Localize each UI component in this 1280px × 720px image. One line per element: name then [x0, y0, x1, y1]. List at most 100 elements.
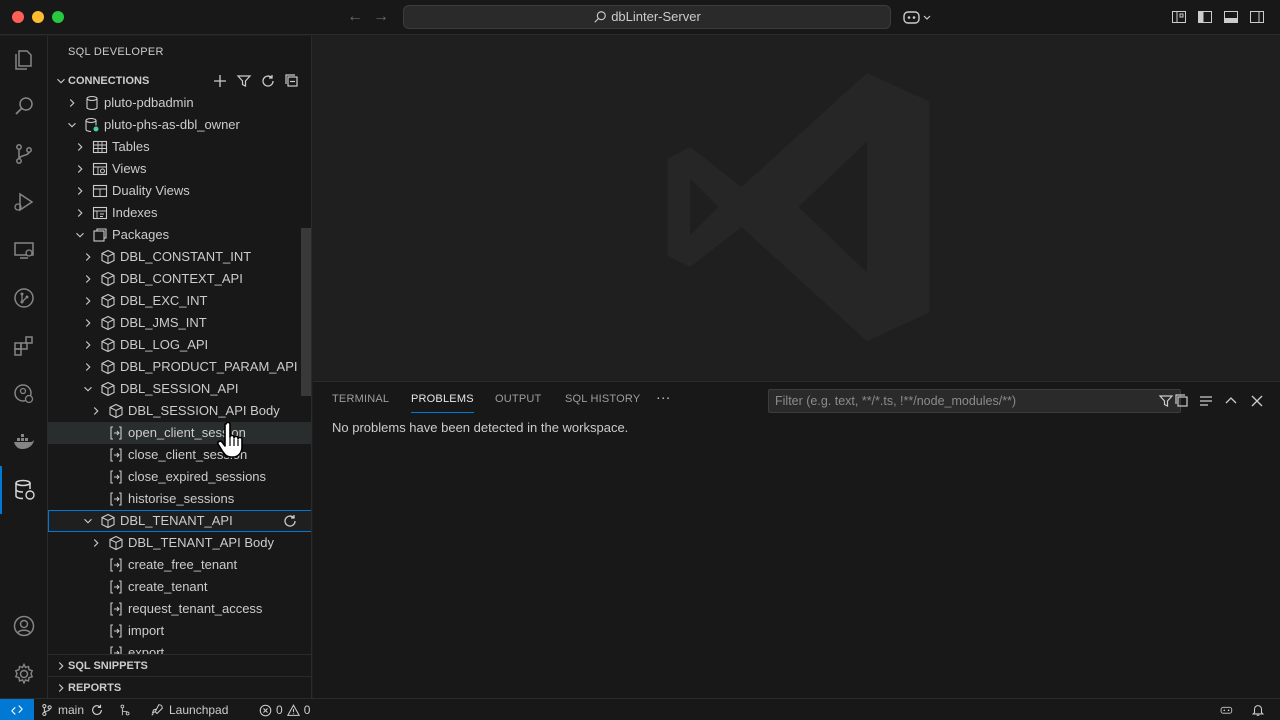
- remote-indicator[interactable]: [0, 699, 34, 720]
- chevron-right-icon[interactable]: [72, 202, 88, 224]
- notifications-bell-icon[interactable]: [1251, 703, 1265, 717]
- chevron-right-icon[interactable]: [80, 290, 96, 312]
- chevron-down-icon[interactable]: [64, 114, 80, 136]
- chevron-right-icon[interactable]: [72, 180, 88, 202]
- maximize-panel-icon[interactable]: [1223, 393, 1239, 409]
- tree-item-dbl-product-param-api[interactable]: DBL_PRODUCT_PARAM_API: [48, 356, 311, 378]
- manage-gear-icon[interactable]: [0, 650, 48, 698]
- tree-item-tables[interactable]: Tables: [48, 136, 311, 158]
- filter-icon[interactable]: [236, 73, 252, 89]
- back-arrow-icon[interactable]: ←: [345, 7, 365, 27]
- filter-icon[interactable]: [1158, 393, 1174, 409]
- chevron-down-icon: [57, 78, 65, 84]
- tree-item-label: pluto-phs-as-dbl_owner: [104, 117, 240, 132]
- view-as-list-icon[interactable]: [1198, 393, 1214, 409]
- sql-developer-icon[interactable]: [0, 466, 48, 514]
- git-graph-icon[interactable]: [0, 274, 48, 322]
- chevron-right-icon[interactable]: [72, 136, 88, 158]
- account-icon[interactable]: [0, 602, 48, 650]
- tree-item-historise-sessions[interactable]: historise_sessions: [48, 488, 311, 510]
- tree-item-dbl-exc-int[interactable]: DBL_EXC_INT: [48, 290, 311, 312]
- branch-indicator[interactable]: main: [40, 699, 84, 720]
- refresh-icon[interactable]: [282, 513, 298, 529]
- chevron-right-icon[interactable]: [80, 356, 96, 378]
- tab-output[interactable]: OUTPUT: [495, 393, 541, 405]
- tree-item-request-tenant-access[interactable]: request_tenant_access: [48, 598, 311, 620]
- tree-item-create-tenant[interactable]: create_tenant: [48, 576, 311, 598]
- chevron-right-icon[interactable]: [80, 268, 96, 290]
- copilot-status-icon[interactable]: [1220, 702, 1236, 718]
- minimize-window-button[interactable]: [32, 11, 44, 23]
- tree-item-views[interactable]: Views: [48, 158, 311, 180]
- toggle-panel-icon[interactable]: [1223, 9, 1239, 25]
- chevron-right-icon[interactable]: [80, 312, 96, 334]
- rocket-icon: [151, 704, 163, 716]
- add-connection-icon[interactable]: [212, 73, 228, 89]
- tree-item-dbl-jms-int[interactable]: DBL_JMS_INT: [48, 312, 311, 334]
- chevron-right-icon[interactable]: [88, 400, 104, 422]
- docker-icon[interactable]: [0, 418, 48, 466]
- problems-filter[interactable]: [768, 389, 1181, 413]
- forward-arrow-icon[interactable]: →: [371, 7, 391, 27]
- close-window-button[interactable]: [12, 11, 24, 23]
- tree-item-dbl-tenant-api[interactable]: DBL_TENANT_API: [48, 510, 311, 532]
- tree-item-create-free-tenant[interactable]: create_free_tenant: [48, 554, 311, 576]
- collapse-all-icon[interactable]: [1174, 393, 1190, 409]
- copilot-icon[interactable]: [903, 9, 933, 25]
- tree-item-pluto-pdbadmin[interactable]: pluto-pdbadmin: [48, 92, 311, 114]
- more-tabs-button[interactable]: ···: [656, 389, 671, 405]
- chevron-right-icon[interactable]: [64, 92, 80, 114]
- explorer-icon[interactable]: [0, 36, 48, 84]
- layout-customize-icon[interactable]: [1171, 9, 1187, 25]
- problems-filter-input[interactable]: [769, 390, 1149, 412]
- sync-icon[interactable]: [90, 703, 104, 717]
- chevron-down-icon[interactable]: [72, 224, 88, 246]
- connections-section-header[interactable]: CONNECTIONS: [48, 70, 311, 92]
- tree-item-open-client-session[interactable]: open_client_session: [48, 422, 311, 444]
- tree-item-duality-views[interactable]: Duality Views: [48, 180, 311, 202]
- tree-item-import[interactable]: import: [48, 620, 311, 642]
- tree-item-dbl-log-api[interactable]: DBL_LOG_API: [48, 334, 311, 356]
- tree-scrollbar[interactable]: [301, 228, 311, 396]
- accounts-sync-icon[interactable]: [0, 370, 48, 418]
- chevron-right-icon[interactable]: [88, 532, 104, 554]
- tab-terminal[interactable]: TERMINAL: [332, 393, 389, 405]
- reports-section-header[interactable]: REPORTS: [48, 676, 311, 698]
- tree-item-packages[interactable]: Packages: [48, 224, 311, 246]
- maximize-window-button[interactable]: [52, 11, 64, 23]
- run-debug-icon[interactable]: [0, 178, 48, 226]
- close-panel-icon[interactable]: [1249, 393, 1265, 409]
- tab-problems[interactable]: PROBLEMS: [411, 393, 474, 413]
- tree-item-export[interactable]: export: [48, 642, 311, 654]
- tree-item-close-expired-sessions[interactable]: close_expired_sessions: [48, 466, 311, 488]
- command-center[interactable]: dbLinter-Server: [403, 5, 891, 29]
- toggle-secondary-sidebar-icon[interactable]: [1249, 9, 1265, 25]
- git-graph-status-icon[interactable]: [118, 703, 132, 717]
- tree-item-dbl-session-api[interactable]: DBL_SESSION_API: [48, 378, 311, 400]
- procedure-icon: [110, 470, 122, 484]
- tree-item-dbl-context-api[interactable]: DBL_CONTEXT_API: [48, 268, 311, 290]
- tree-item-dbl-session-api-body[interactable]: DBL_SESSION_API Body: [48, 400, 311, 422]
- tree-item-dbl-constant-int[interactable]: DBL_CONSTANT_INT: [48, 246, 311, 268]
- tab-sql-history[interactable]: SQL HISTORY: [565, 393, 640, 405]
- toggle-primary-sidebar-icon[interactable]: [1197, 9, 1213, 25]
- tree-item-dbl-tenant-api-body[interactable]: DBL_TENANT_API Body: [48, 532, 311, 554]
- problems-indicator[interactable]: 0 0: [259, 699, 310, 720]
- search-icon[interactable]: [0, 82, 48, 130]
- source-control-icon[interactable]: [0, 130, 48, 178]
- chevron-right-icon[interactable]: [72, 158, 88, 180]
- chevron-right-icon[interactable]: [80, 246, 96, 268]
- tree-item-indexes[interactable]: Indexes: [48, 202, 311, 224]
- extensions-icon[interactable]: [0, 322, 48, 370]
- launchpad-button[interactable]: Launchpad: [149, 699, 228, 720]
- collapse-all-icon[interactable]: [284, 73, 300, 89]
- chevron-down-icon[interactable]: [80, 378, 96, 400]
- chevron-down-icon[interactable]: [80, 510, 96, 532]
- tree-item-pluto-phs-as-dbl-owner[interactable]: pluto-phs-as-dbl_owner: [48, 114, 311, 136]
- chevron-right-icon[interactable]: [80, 334, 96, 356]
- refresh-icon[interactable]: [260, 73, 276, 89]
- sql-snippets-section-header[interactable]: SQL SNIPPETS: [48, 654, 311, 676]
- remote-explorer-icon[interactable]: [0, 226, 48, 274]
- tree-item-close-client-session[interactable]: close_client_session: [48, 444, 311, 466]
- error-icon: [259, 704, 272, 716]
